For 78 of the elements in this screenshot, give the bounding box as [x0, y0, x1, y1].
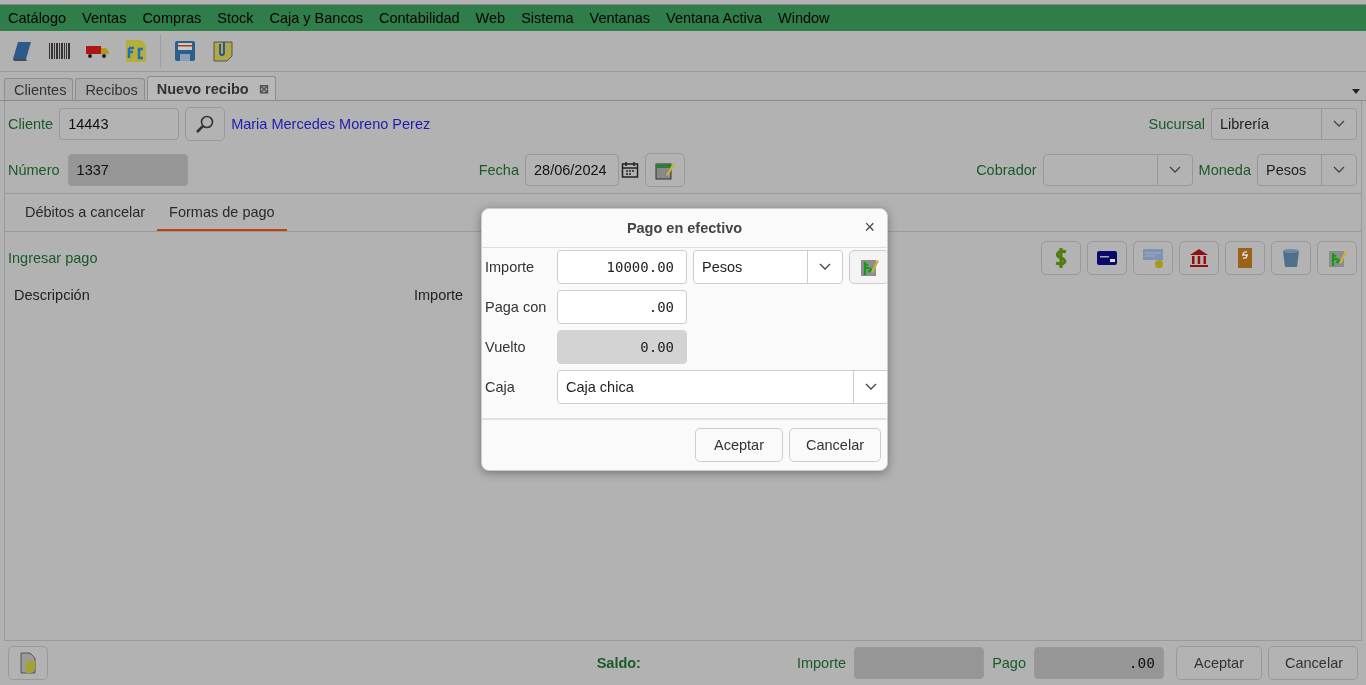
payment-field[interactable]: .00 — [1034, 647, 1164, 679]
tab-list-arrow-icon[interactable] — [1352, 89, 1360, 94]
chevron-down-icon — [865, 383, 877, 391]
field-label: Moneda — [1198, 162, 1251, 178]
bank-button[interactable] — [1179, 241, 1219, 275]
receipt-icon — [1237, 247, 1253, 269]
delete-button[interactable] — [1271, 241, 1311, 275]
field-label: Importe — [796, 655, 847, 671]
document-icon — [19, 652, 37, 674]
cheque-icon — [1143, 248, 1163, 268]
new-document-button[interactable] — [8, 646, 48, 680]
menu-item[interactable]: Ventanas — [589, 10, 651, 26]
accept-button[interactable]: Aceptar — [1176, 646, 1262, 680]
balance-label: Saldo: — [596, 655, 641, 671]
accept-button[interactable]: Aceptar — [695, 428, 783, 462]
cash-button[interactable] — [1041, 241, 1081, 275]
dollar-icon — [1054, 247, 1068, 269]
field-label: Pago — [992, 655, 1026, 671]
currency-dropdown[interactable]: Pesos — [1257, 154, 1357, 186]
amount-field[interactable]: 10000.00 — [557, 250, 687, 284]
tab[interactable]: Nuevo recibo ⊠ — [146, 76, 276, 100]
menu-item[interactable]: Ventas — [82, 10, 127, 26]
column-header: Descripción — [14, 287, 91, 303]
change-field[interactable]: 0.00 — [557, 330, 687, 364]
receipt-button[interactable] — [1225, 241, 1265, 275]
search-icon — [195, 114, 216, 134]
menu-item[interactable]: Contabilidad — [379, 10, 460, 26]
menu-item[interactable]: Compras — [142, 10, 202, 26]
number-field[interactable]: 1337 — [67, 154, 188, 186]
field-label: Número — [8, 162, 60, 178]
currency-dropdown[interactable]: Pesos — [693, 250, 843, 284]
menu-item[interactable]: Window — [778, 10, 830, 26]
client-code-field[interactable]: 14443 — [59, 108, 180, 140]
cancel-button[interactable]: Cancelar — [1268, 646, 1358, 680]
date-field[interactable]: 28/06/2024 — [525, 154, 619, 186]
paid-with-field[interactable]: .00 — [557, 290, 687, 324]
chevron-down-icon — [1333, 120, 1345, 128]
field-label: Fecha — [478, 162, 519, 178]
check-button[interactable] — [1133, 241, 1173, 275]
trash-icon — [1282, 248, 1300, 268]
menu-item[interactable]: Stock — [217, 10, 254, 26]
field-label: Paga con — [485, 299, 548, 315]
chevron-down-icon — [1333, 166, 1345, 174]
chevron-down-icon — [1168, 166, 1181, 174]
menu-item[interactable]: Sistema — [521, 10, 574, 26]
section-label: Ingresar pago — [8, 250, 98, 266]
dialog-title: Pago en efectivo — [626, 220, 743, 236]
tab[interactable]: Formas de pago — [157, 194, 287, 231]
amount-field[interactable] — [854, 647, 985, 679]
menu-item[interactable]: Catálogo — [8, 10, 67, 26]
menu-item[interactable]: Web — [475, 10, 506, 26]
calendar-icon[interactable] — [621, 161, 639, 179]
calendar-edit-button[interactable] — [645, 153, 685, 187]
close-tab-icon[interactable]: ⊠ — [258, 81, 269, 96]
card-button[interactable] — [1087, 241, 1127, 275]
field-label: Cobrador — [976, 162, 1037, 178]
client-name-link[interactable]: Maria Mercedes Moreno Perez — [231, 116, 431, 132]
field-label: Vuelto — [485, 339, 527, 355]
cash-box-dropdown[interactable]: Caja chica — [557, 370, 887, 404]
payment-edit-button[interactable] — [849, 250, 887, 284]
field-label: Cliente — [8, 116, 54, 132]
field-label: Sucursal — [1148, 116, 1205, 132]
bank-icon — [1189, 248, 1209, 268]
cancel-button[interactable]: Cancelar — [789, 428, 881, 462]
menu-item[interactable]: Ventana Activa — [666, 10, 762, 26]
tab[interactable]: Clientes — [4, 78, 74, 100]
tab[interactable]: Débitos a cancelar — [13, 194, 158, 231]
column-header: Importe — [414, 287, 465, 303]
credit-card-icon — [1097, 251, 1117, 265]
field-label: Importe — [485, 259, 536, 275]
chevron-down-icon — [819, 263, 831, 271]
branch-dropdown[interactable]: Librería — [1211, 108, 1357, 140]
close-button[interactable]: × — [862, 218, 877, 236]
tab[interactable]: Recibos — [75, 78, 145, 100]
payment-edit-button[interactable] — [1317, 241, 1357, 275]
menu-item[interactable]: Caja y Bancos — [269, 10, 363, 26]
field-label: Caja — [485, 379, 516, 395]
search-button[interactable] — [185, 107, 226, 141]
